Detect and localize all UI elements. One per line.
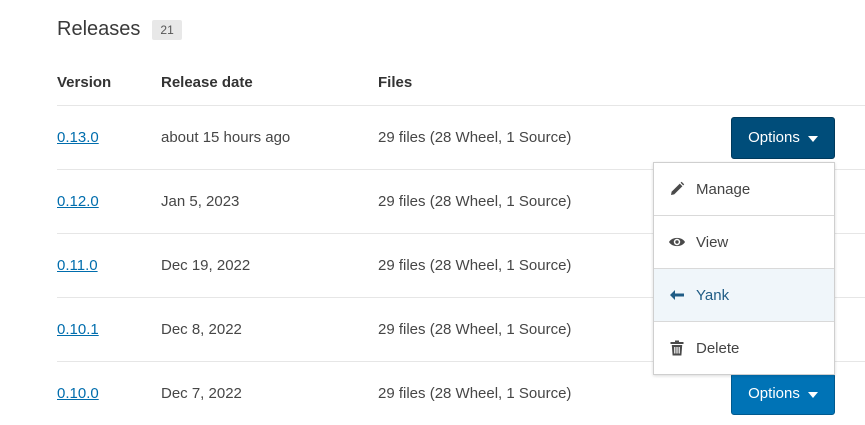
column-header-actions xyxy=(678,60,865,106)
menu-item-label: View xyxy=(696,234,728,251)
version-link[interactable]: 0.10.1 xyxy=(57,321,99,338)
menu-item-yank[interactable]: Yank xyxy=(654,269,834,322)
release-date: Dec 8, 2022 xyxy=(161,298,378,362)
caret-down-icon xyxy=(808,136,818,142)
version-link[interactable]: 0.12.0 xyxy=(57,193,99,210)
menu-item-label: Yank xyxy=(696,287,729,304)
arrow-left-icon xyxy=(668,286,686,304)
release-date: Jan 5, 2023 xyxy=(161,170,378,234)
table-header-row: Version Release date Files xyxy=(57,60,865,106)
release-count-badge: 21 xyxy=(152,20,181,40)
menu-item-label: Delete xyxy=(696,340,739,357)
trash-icon xyxy=(668,339,686,357)
column-header-version: Version xyxy=(57,60,161,106)
version-link[interactable]: 0.13.0 xyxy=(57,129,99,146)
menu-item-delete[interactable]: Delete xyxy=(654,322,834,374)
files-summary: 29 files (28 Wheel, 1 Source) xyxy=(378,298,678,362)
menu-item-label: Manage xyxy=(696,181,750,198)
files-summary: 29 files (28 Wheel, 1 Source) xyxy=(378,170,678,234)
pencil-icon xyxy=(668,180,686,198)
column-header-files: Files xyxy=(378,60,678,106)
options-button[interactable]: Options xyxy=(731,117,835,159)
column-header-release-date: Release date xyxy=(161,60,378,106)
release-date: Dec 7, 2022 xyxy=(161,362,378,425)
version-link[interactable]: 0.10.0 xyxy=(57,385,99,402)
releases-header: Releases 21 xyxy=(57,18,182,41)
files-summary: 29 files (28 Wheel, 1 Source) xyxy=(378,362,678,425)
eye-icon xyxy=(668,233,686,251)
release-date: about 15 hours ago xyxy=(161,106,378,170)
release-date: Dec 19, 2022 xyxy=(161,234,378,298)
options-button-label: Options xyxy=(748,129,800,146)
options-dropdown-menu: Manage View Yank Delete xyxy=(653,162,835,375)
files-summary: 29 files (28 Wheel, 1 Source) xyxy=(378,234,678,298)
options-button[interactable]: Options xyxy=(731,373,835,415)
menu-item-view[interactable]: View xyxy=(654,216,834,269)
caret-down-icon xyxy=(808,392,818,398)
version-link[interactable]: 0.11.0 xyxy=(57,257,98,274)
table-row: 0.13.0 about 15 hours ago 29 files (28 W… xyxy=(57,106,865,170)
options-button-label: Options xyxy=(748,385,800,402)
menu-item-manage[interactable]: Manage xyxy=(654,163,834,216)
files-summary: 29 files (28 Wheel, 1 Source) xyxy=(378,106,678,170)
page-title: Releases xyxy=(57,18,140,41)
